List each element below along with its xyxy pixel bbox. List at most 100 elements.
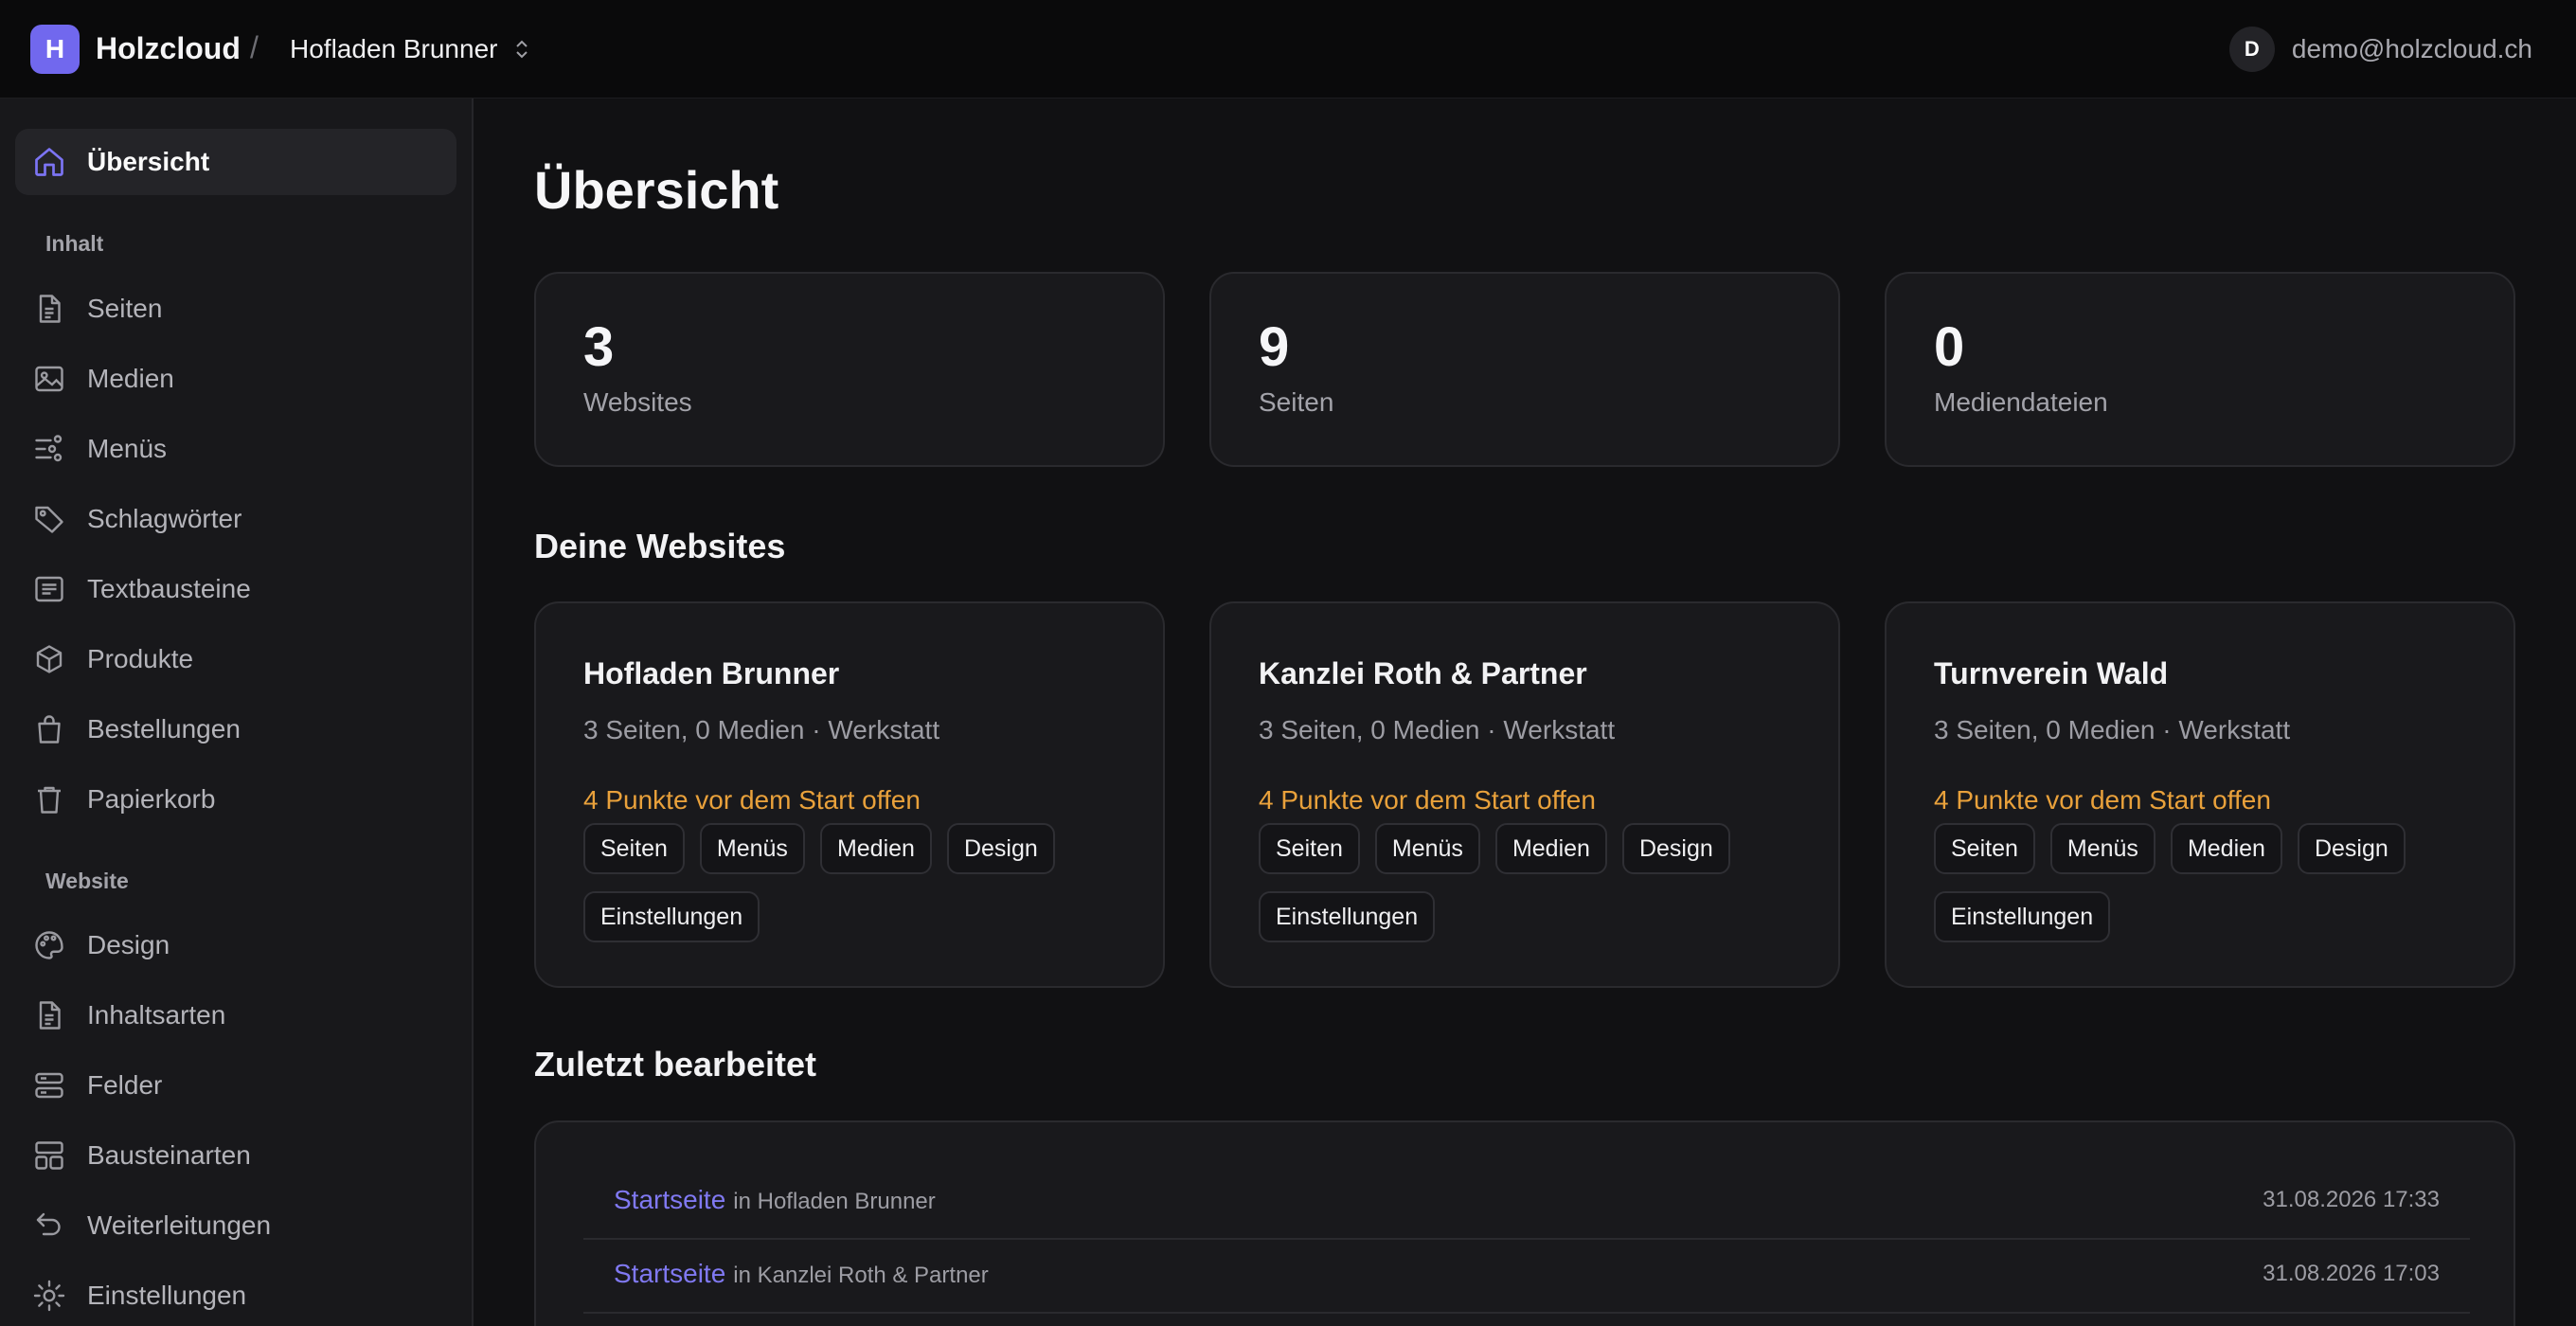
sidebar-item-pages[interactable]: Seiten: [15, 276, 456, 342]
stat-label: Mediendateien: [1934, 387, 2108, 417]
stat-card-websites: 3 Websites: [534, 272, 1165, 467]
website-warning[interactable]: 4 Punkte vor dem Start offen: [1934, 785, 2271, 815]
sidebar-section-website: Website: [45, 869, 129, 893]
recent-timestamp: 31.08.2026 17:33: [2263, 1187, 2440, 1212]
sidebar-item-label: Papierkorb: [87, 784, 216, 814]
website-card: Turnverein Wald 3 Seiten, 0 Medien · Wer…: [1885, 601, 2515, 988]
website-warning[interactable]: 4 Punkte vor dem Start offen: [583, 785, 921, 815]
text-block-icon: [35, 576, 63, 602]
sidebar-item-settings[interactable]: Einstellungen: [15, 1263, 456, 1326]
stat-value: 0: [1934, 316, 1965, 378]
recent-page-link[interactable]: Startseite: [614, 1259, 725, 1288]
sidebar-item-label: Seiten: [87, 294, 163, 323]
website-meta: 3 Seiten, 0 Medien · Werkstatt: [1259, 715, 1616, 744]
tag-icon: [35, 506, 63, 533]
redirect-icon: [36, 1212, 61, 1236]
sidebar-item-label: Übersicht: [87, 147, 210, 176]
layout-icon: [35, 1141, 63, 1170]
chip-pages[interactable]: Seiten: [1934, 823, 2035, 874]
sidebar-item-label: Weiterleitungen: [87, 1210, 272, 1240]
avatar: D: [2228, 27, 2275, 72]
box-icon: [36, 645, 63, 673]
shopping-bag-icon: [38, 715, 61, 744]
sidebar-item-label: Schlagwörter: [87, 504, 242, 533]
sidebar-item-media[interactable]: Medien: [15, 346, 456, 412]
website-card: Kanzlei Roth & Partner 3 Seiten, 0 Medie…: [1209, 601, 1840, 988]
chip-settings[interactable]: Einstellungen: [1934, 891, 2111, 942]
logo-badge[interactable]: H: [30, 25, 80, 74]
section-title-websites: Deine Websites: [534, 527, 786, 565]
website-name[interactable]: Kanzlei Roth & Partner: [1259, 656, 1587, 691]
chip-media[interactable]: Medien: [819, 823, 932, 874]
sidebar-item-block-types[interactable]: Bausteinarten: [15, 1122, 456, 1189]
list-item: Startseite in Hofladen Brunner 31.08.2026…: [583, 1166, 2470, 1240]
sidebar-item-label: Textbausteine: [87, 574, 251, 603]
recent-timestamp: 31.08.2026 17:03: [2263, 1261, 2440, 1286]
chip-menus[interactable]: Menüs: [1374, 823, 1480, 874]
list-item: Startseite in Kanzlei Roth & Partner 31.0…: [583, 1240, 2470, 1314]
sidebar-item-label: Menüs: [87, 434, 168, 463]
website-meta: 3 Seiten, 0 Medien · Werkstatt: [1934, 715, 2291, 744]
recent-entry: Startseite in Kanzlei Roth & Partner: [614, 1259, 989, 1289]
section-title-recent: Zuletzt bearbeitet: [534, 1045, 817, 1084]
sidebar-item-tags[interactable]: Schlagwörter: [15, 486, 456, 552]
chip-menus[interactable]: Menüs: [699, 823, 805, 874]
user-email: demo@holzcloud.ch: [2291, 34, 2532, 63]
chip-design[interactable]: Design: [1621, 823, 1730, 874]
sidebar-item-label: Design: [87, 930, 170, 959]
website-card: Hofladen Brunner 3 Seiten, 0 Medien · We…: [534, 601, 1165, 988]
sidebar-item-label: Inhaltsarten: [87, 1000, 226, 1030]
current-site-label: Hofladen Brunner: [290, 34, 498, 63]
chip-design[interactable]: Design: [946, 823, 1055, 874]
file-icon: [39, 1001, 61, 1030]
main-content: Übersicht 3 Websites 9 Seiten 0 Medienda…: [475, 99, 2576, 1326]
top-bar: H Holzcloud / Hofladen Brunner D demo@ho…: [0, 0, 2576, 99]
sidebar-item-overview[interactable]: Übersicht: [15, 129, 456, 195]
recent-edits-list: Startseite in Hofladen Brunner 31.08.2026…: [534, 1120, 2515, 1326]
sidebar-item-label: Bestellungen: [87, 714, 241, 744]
sidebar-item-redirects[interactable]: Weiterleitungen: [15, 1192, 456, 1259]
website-quick-links: Seiten Menüs Medien Design Einstellungen: [583, 823, 1133, 942]
user-menu[interactable]: D demo@holzcloud.ch: [2228, 27, 2532, 72]
sidebar-item-trash[interactable]: Papierkorb: [15, 766, 456, 833]
palette-icon: [35, 931, 63, 959]
chip-media[interactable]: Medien: [2170, 823, 2282, 874]
sidebar-item-menus[interactable]: Menüs: [15, 416, 456, 482]
sidebar-item-label: Produkte: [87, 644, 194, 673]
recent-entry: Startseite in Hofladen Brunner: [614, 1185, 936, 1215]
sidebar-item-text-blocks[interactable]: Textbausteine: [15, 556, 456, 622]
brand-name[interactable]: Holzcloud: [96, 31, 241, 66]
recent-site-label: in Kanzlei Roth & Partner: [733, 1263, 989, 1288]
chip-pages[interactable]: Seiten: [583, 823, 685, 874]
website-warning[interactable]: 4 Punkte vor dem Start offen: [1259, 785, 1596, 815]
stat-value: 9: [1259, 316, 1290, 378]
recent-page-link[interactable]: Startseite: [614, 1185, 725, 1214]
sidebar-item-fields[interactable]: Felder: [15, 1052, 456, 1119]
website-quick-links: Seiten Menüs Medien Design Einstellungen: [1934, 823, 2483, 942]
image-icon: [35, 366, 63, 392]
website-name[interactable]: Hofladen Brunner: [583, 656, 839, 691]
chip-settings[interactable]: Einstellungen: [1259, 891, 1436, 942]
sidebar-item-content-types[interactable]: Inhaltsarten: [15, 982, 456, 1048]
sidebar-item-orders[interactable]: Bestellungen: [15, 696, 456, 762]
page-title: Übersicht: [534, 160, 779, 220]
chevron-up-down-icon: [514, 39, 529, 60]
chip-menus[interactable]: Menüs: [2049, 823, 2156, 874]
gear-icon: [33, 1280, 65, 1312]
sidebar-item-label: Medien: [87, 364, 174, 393]
sidebar-item-label: Einstellungen: [87, 1281, 247, 1310]
website-name[interactable]: Turnverein Wald: [1934, 656, 2168, 691]
sidebar-item-products[interactable]: Produkte: [15, 626, 456, 692]
chip-settings[interactable]: Einstellungen: [583, 891, 760, 942]
trash-icon: [38, 786, 61, 814]
stat-label: Seiten: [1259, 387, 1334, 417]
sidebar-item-label: Bausteinarten: [87, 1140, 251, 1170]
menu-sliders-icon: [35, 435, 63, 462]
website-meta: 3 Seiten, 0 Medien · Werkstatt: [583, 715, 940, 744]
chip-media[interactable]: Medien: [1494, 823, 1607, 874]
sidebar-item-design[interactable]: Design: [15, 912, 456, 978]
site-switcher[interactable]: Hofladen Brunner: [290, 34, 529, 64]
stat-card-pages: 9 Seiten: [1209, 272, 1840, 467]
chip-design[interactable]: Design: [2297, 823, 2406, 874]
chip-pages[interactable]: Seiten: [1259, 823, 1360, 874]
